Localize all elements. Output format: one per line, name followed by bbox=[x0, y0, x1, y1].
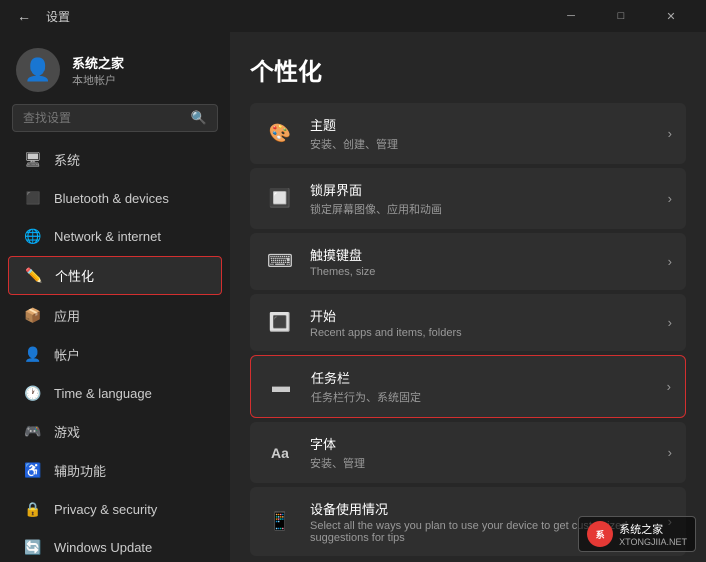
watermark-title: 系统之家 bbox=[619, 521, 687, 537]
user-section[interactable]: 👤 系统之家 本地帐户 bbox=[0, 32, 230, 104]
avatar: 👤 bbox=[16, 48, 60, 92]
search-icon: 🔍 bbox=[191, 110, 207, 126]
taskbar-chevron: › bbox=[667, 379, 671, 394]
sidebar-item-label: 游戏 bbox=[54, 422, 80, 441]
start-text: 开始 Recent apps and items, folders bbox=[310, 306, 654, 339]
touchkeyboard-chevron: › bbox=[668, 254, 672, 269]
bluetooth-icon: ⬛ bbox=[24, 189, 42, 207]
taskbar-title: 任务栏 bbox=[311, 368, 653, 387]
sidebar-item-label: Windows Update bbox=[54, 540, 152, 555]
watermark: 系 系统之家 XTONGJIIA.NET bbox=[578, 516, 696, 552]
search-input[interactable] bbox=[23, 111, 183, 125]
main-content: 个性化 🎨 主题 安装、创建、管理 › 🔲 锁屏界面 锁定屏幕图像、应用和动画 bbox=[230, 32, 706, 562]
sidebar-item-label: Bluetooth & devices bbox=[54, 191, 169, 206]
settings-item-themes[interactable]: 🎨 主题 安装、创建、管理 › bbox=[250, 103, 686, 164]
fonts-icon: Aa bbox=[264, 437, 296, 469]
taskbar-desc: 任务栏行为、系统固定 bbox=[311, 389, 653, 405]
themes-desc: 安装、创建、管理 bbox=[310, 136, 654, 152]
sidebar-item-gaming[interactable]: 🎮 游戏 bbox=[8, 413, 222, 450]
sidebar-item-bluetooth[interactable]: ⬛ Bluetooth & devices bbox=[8, 180, 222, 216]
watermark-logo: 系 bbox=[587, 521, 613, 547]
system-icon: 🖥 bbox=[24, 151, 42, 169]
lockscreen-chevron: › bbox=[668, 191, 672, 206]
sidebar: 👤 系统之家 本地帐户 🔍 🖥 系统 ⬛ Bluetooth & devices… bbox=[0, 32, 230, 562]
lockscreen-title: 锁屏界面 bbox=[310, 180, 654, 199]
sidebar-item-label: 个性化 bbox=[55, 266, 94, 285]
touchkeyboard-desc: Themes, size bbox=[310, 266, 654, 278]
themes-title: 主题 bbox=[310, 115, 654, 134]
network-icon: 🌐 bbox=[24, 227, 42, 245]
touchkeyboard-icon: ⌨ bbox=[264, 246, 296, 278]
sidebar-item-label: 应用 bbox=[54, 306, 80, 325]
content-area: 👤 系统之家 本地帐户 🔍 🖥 系统 ⬛ Bluetooth & devices… bbox=[0, 32, 706, 562]
settings-list: 🎨 主题 安装、创建、管理 › 🔲 锁屏界面 锁定屏幕图像、应用和动画 › bbox=[250, 103, 686, 556]
personalization-icon: ✏️ bbox=[25, 267, 43, 285]
themes-text: 主题 安装、创建、管理 bbox=[310, 115, 654, 152]
back-button[interactable]: ← bbox=[12, 4, 36, 28]
settings-window: ← 设置 ─ □ ✕ 👤 系统之家 本地帐户 🔍 🖥 bbox=[0, 0, 706, 562]
watermark-text-block: 系统之家 XTONGJIIA.NET bbox=[619, 521, 687, 547]
close-button[interactable]: ✕ bbox=[648, 0, 694, 32]
taskbar-icon: ▬ bbox=[265, 371, 297, 403]
sidebar-item-network[interactable]: 🌐 Network & internet bbox=[8, 218, 222, 254]
privacy-icon: 🔒 bbox=[24, 500, 42, 518]
themes-icon: 🎨 bbox=[264, 118, 296, 150]
start-icon: 🔳 bbox=[264, 307, 296, 339]
fonts-title: 字体 bbox=[310, 434, 654, 453]
settings-item-touchkeyboard[interactable]: ⌨ 触摸键盘 Themes, size › bbox=[250, 233, 686, 290]
sidebar-item-label: Network & internet bbox=[54, 229, 161, 244]
sidebar-item-accessibility[interactable]: ♿ 辅助功能 bbox=[8, 452, 222, 489]
touchkeyboard-text: 触摸键盘 Themes, size bbox=[310, 245, 654, 278]
touchkeyboard-title: 触摸键盘 bbox=[310, 245, 654, 264]
titlebar-left: ← 设置 bbox=[12, 4, 70, 28]
user-info: 系统之家 本地帐户 bbox=[72, 53, 124, 88]
deviceusage-icon: 📱 bbox=[264, 506, 296, 538]
sidebar-item-label: 帐户 bbox=[54, 345, 80, 364]
fonts-desc: 安装、管理 bbox=[310, 455, 654, 471]
taskbar-text: 任务栏 任务栏行为、系统固定 bbox=[311, 368, 653, 405]
page-title: 个性化 bbox=[250, 52, 686, 87]
username: 系统之家 bbox=[72, 53, 124, 72]
search-box[interactable]: 🔍 bbox=[12, 104, 218, 132]
titlebar-title: 设置 bbox=[46, 8, 70, 25]
sidebar-item-system[interactable]: 🖥 系统 bbox=[8, 141, 222, 178]
update-icon: 🔄 bbox=[24, 538, 42, 556]
lockscreen-icon: 🔲 bbox=[264, 183, 296, 215]
sidebar-item-label: Time & language bbox=[54, 386, 152, 401]
lockscreen-desc: 锁定屏幕图像、应用和动画 bbox=[310, 201, 654, 217]
gaming-icon: 🎮 bbox=[24, 423, 42, 441]
fonts-chevron: › bbox=[668, 445, 672, 460]
sidebar-item-label: 辅助功能 bbox=[54, 461, 106, 480]
sidebar-item-update[interactable]: 🔄 Windows Update bbox=[8, 529, 222, 562]
apps-icon: 📦 bbox=[24, 307, 42, 325]
watermark-url: XTONGJIIA.NET bbox=[619, 537, 687, 547]
sidebar-item-label: 系统 bbox=[54, 150, 80, 169]
sidebar-item-privacy[interactable]: 🔒 Privacy & security bbox=[8, 491, 222, 527]
lockscreen-text: 锁屏界面 锁定屏幕图像、应用和动画 bbox=[310, 180, 654, 217]
start-title: 开始 bbox=[310, 306, 654, 325]
settings-item-lockscreen[interactable]: 🔲 锁屏界面 锁定屏幕图像、应用和动画 › bbox=[250, 168, 686, 229]
fonts-text: 字体 安装、管理 bbox=[310, 434, 654, 471]
titlebar: ← 设置 ─ □ ✕ bbox=[0, 0, 706, 32]
minimize-button[interactable]: ─ bbox=[548, 0, 594, 32]
time-icon: 🕐 bbox=[24, 384, 42, 402]
user-type: 本地帐户 bbox=[72, 72, 124, 88]
settings-item-start[interactable]: 🔳 开始 Recent apps and items, folders › bbox=[250, 294, 686, 351]
restore-button[interactable]: □ bbox=[598, 0, 644, 32]
sidebar-item-apps[interactable]: 📦 应用 bbox=[8, 297, 222, 334]
accessibility-icon: ♿ bbox=[24, 462, 42, 480]
start-desc: Recent apps and items, folders bbox=[310, 327, 654, 339]
settings-item-fonts[interactable]: Aa 字体 安装、管理 › bbox=[250, 422, 686, 483]
sidebar-item-time[interactable]: 🕐 Time & language bbox=[8, 375, 222, 411]
settings-item-taskbar[interactable]: ➜ ▬ 任务栏 任务栏行为、系统固定 › bbox=[250, 355, 686, 418]
sidebar-item-label: Privacy & security bbox=[54, 502, 157, 517]
titlebar-controls: ─ □ ✕ bbox=[548, 0, 694, 32]
themes-chevron: › bbox=[668, 126, 672, 141]
accounts-icon: 👤 bbox=[24, 346, 42, 364]
start-chevron: › bbox=[668, 315, 672, 330]
sidebar-item-personalization[interactable]: ✏️ 个性化 bbox=[8, 256, 222, 295]
sidebar-item-accounts[interactable]: 👤 帐户 bbox=[8, 336, 222, 373]
